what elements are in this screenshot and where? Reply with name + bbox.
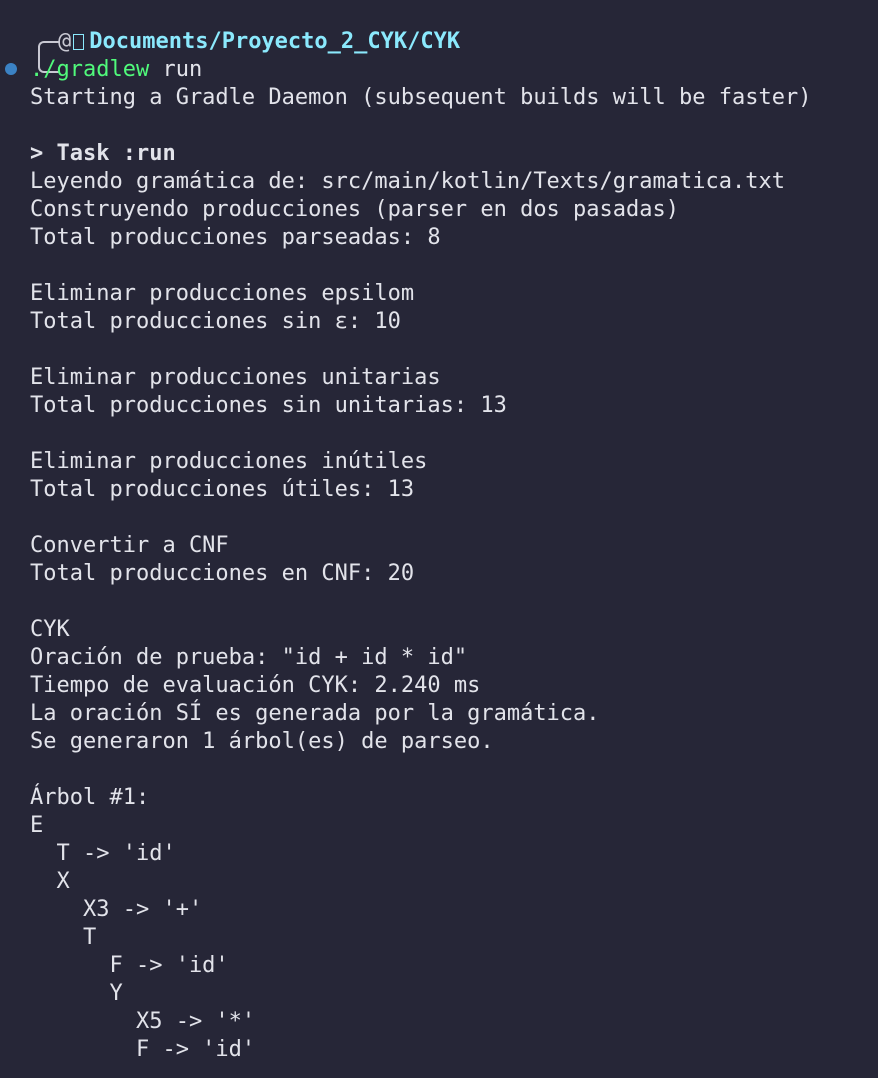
output-line: Árbol #1:	[30, 785, 150, 810]
output-line: Leyendo gramática de: src/main/kotlin/Te…	[30, 169, 785, 194]
output-line: Eliminar producciones unitarias	[30, 365, 441, 390]
output-line: Tiempo de evaluación CYK: 2.240 ms	[30, 673, 481, 698]
output-line: CYK	[30, 617, 70, 642]
prompt-path: Documents/Proyecto_2_CYK/CYK	[89, 29, 461, 54]
output-line: Total producciones en CNF: 20	[30, 561, 415, 586]
output-line: Total producciones útiles: 13	[30, 477, 415, 502]
output-line: Convertir a CNF	[30, 533, 229, 558]
tree-line: X	[30, 869, 70, 894]
output-line: Se generaron 1 árbol(es) de parseo.	[30, 729, 494, 754]
folder-icon	[73, 34, 85, 50]
output-line: Oración de prueba: "id + id * id"	[30, 645, 468, 670]
command-name: ./gradlew	[30, 57, 150, 82]
output-line: Total producciones sin ε: 10	[30, 309, 401, 334]
command-arg: run	[149, 57, 203, 82]
status-dot	[5, 63, 17, 75]
tree-line: Y	[30, 981, 123, 1006]
output-line: Total producciones sin unitarias: 13	[30, 393, 507, 418]
command-line: ./gradlew run	[30, 56, 878, 84]
output-daemon: Starting a Gradle Daemon (subsequent bui…	[30, 85, 812, 110]
tree-line: X3 -> '+'	[30, 897, 203, 922]
output-line: Construyendo producciones (parser en dos…	[30, 197, 680, 222]
output-line: Total producciones parseadas: 8	[30, 225, 441, 250]
tree-line: T	[30, 925, 97, 950]
tree-line: E	[30, 813, 44, 838]
prompt-line: @ Documents/Proyecto_2_CYK/CYK	[30, 28, 878, 56]
output-line: Eliminar producciones epsilom	[30, 281, 415, 306]
terminal-output[interactable]: @ Documents/Proyecto_2_CYK/CYK ./gradlew …	[30, 28, 878, 1064]
output-line: La oración SÍ es generada por la gramáti…	[30, 701, 600, 726]
tree-line: F -> 'id'	[30, 953, 229, 978]
tree-line: X5 -> '*'	[30, 1009, 256, 1034]
output-task: > Task :run	[30, 141, 176, 166]
tree-line: T -> 'id'	[30, 841, 176, 866]
prompt-user-symbol: @	[58, 29, 72, 54]
tree-line: F -> 'id'	[30, 1037, 256, 1062]
output-line: Eliminar producciones inútiles	[30, 449, 428, 474]
